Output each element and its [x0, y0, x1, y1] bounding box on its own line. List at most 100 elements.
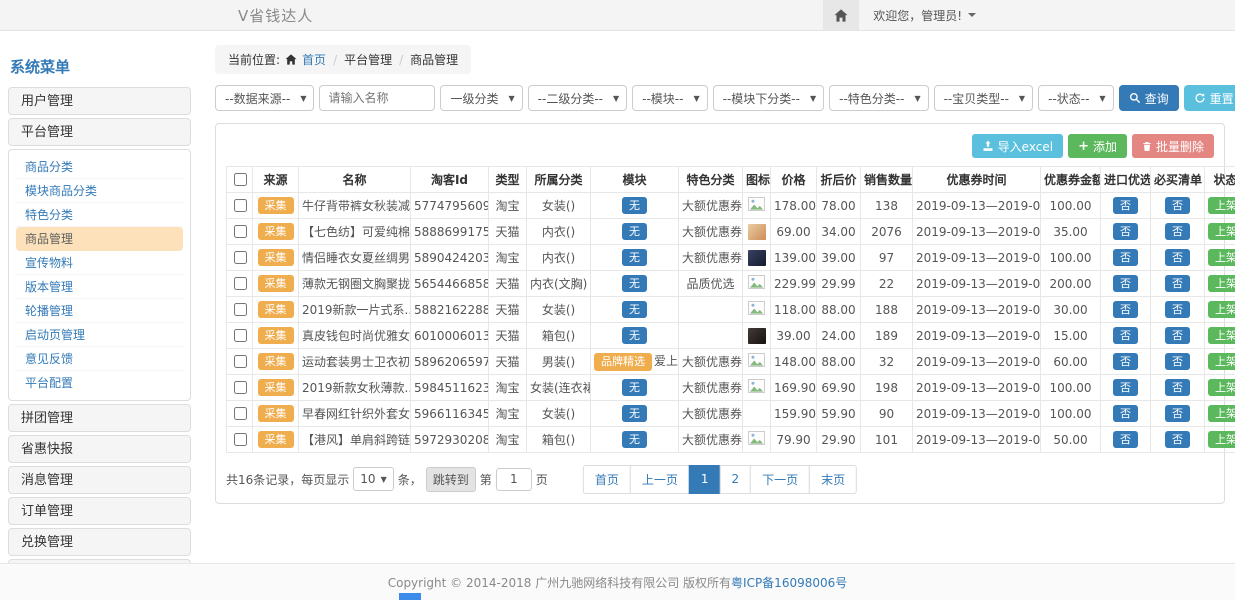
sidebar-group[interactable]: 订单管理 — [8, 497, 191, 525]
filter-status[interactable]: --状态--▼ — [1038, 85, 1113, 111]
status-toggle[interactable]: 上架 — [1208, 223, 1235, 240]
import-select-toggle[interactable]: 否 — [1113, 431, 1138, 448]
cell-checkbox — [227, 375, 253, 401]
status-toggle[interactable]: 上架 — [1208, 431, 1235, 448]
jump-button[interactable]: 跳转到 — [426, 467, 476, 492]
add-button[interactable]: + 添加 — [1068, 134, 1127, 158]
page-button[interactable]: 1 — [689, 465, 721, 494]
page-button[interactable]: 下一页 — [750, 465, 810, 494]
sidebar-item-link[interactable]: 轮播管理 — [16, 299, 183, 323]
sidebar-item-link[interactable]: 版本管理 — [16, 275, 183, 299]
import-select-toggle[interactable]: 否 — [1113, 223, 1138, 240]
cell-feature-category — [679, 297, 743, 323]
import-select-toggle[interactable]: 否 — [1113, 197, 1138, 214]
page-button[interactable]: 2 — [720, 465, 752, 494]
status-toggle[interactable]: 上架 — [1208, 249, 1235, 266]
page-button[interactable]: 首页 — [583, 465, 631, 494]
row-checkbox[interactable] — [234, 381, 247, 394]
plus-icon: + — [1078, 139, 1089, 154]
cell-status: 上架 — [1205, 323, 1235, 349]
sidebar-item-link[interactable]: 启动页管理 — [16, 323, 183, 347]
must-buy-toggle[interactable]: 否 — [1165, 301, 1190, 318]
cell-taoke-id: 589620659791 — [411, 349, 489, 375]
select-all-checkbox[interactable] — [234, 173, 247, 186]
cell-import-select: 否 — [1101, 427, 1151, 453]
search-button[interactable]: 查询 — [1119, 85, 1179, 111]
cell-must-buy: 否 — [1151, 245, 1205, 271]
cell-coupon-time: 2019-09-13—2019-09-15 — [913, 349, 1041, 375]
must-buy-toggle[interactable]: 否 — [1165, 223, 1190, 240]
must-buy-toggle[interactable]: 否 — [1165, 249, 1190, 266]
must-buy-toggle[interactable]: 否 — [1165, 353, 1190, 370]
status-toggle[interactable]: 上架 — [1208, 327, 1235, 344]
sidebar-item-link[interactable]: 模块商品分类 — [16, 179, 183, 203]
sidebar-item-link[interactable]: 意见反馈 — [16, 347, 183, 371]
must-buy-toggle[interactable]: 否 — [1165, 275, 1190, 292]
product-name-input[interactable] — [319, 85, 435, 111]
must-buy-toggle[interactable]: 否 — [1165, 431, 1190, 448]
status-toggle[interactable]: 上架 — [1208, 197, 1235, 214]
home-button[interactable] — [823, 0, 859, 30]
row-checkbox[interactable] — [234, 225, 247, 238]
cell-checkbox — [227, 219, 253, 245]
row-checkbox[interactable] — [234, 199, 247, 212]
import-select-toggle[interactable]: 否 — [1113, 301, 1138, 318]
sidebar-item-active[interactable]: 商品管理 — [16, 227, 183, 251]
blue-artifact — [399, 593, 421, 600]
import-select-toggle[interactable]: 否 — [1113, 379, 1138, 396]
import-select-toggle[interactable]: 否 — [1113, 405, 1138, 422]
cell-sales: 97 — [861, 245, 913, 271]
batch-delete-button[interactable]: 批量删除 — [1132, 134, 1214, 158]
import-select-toggle[interactable]: 否 — [1113, 327, 1138, 344]
sidebar-group[interactable]: 消息管理 — [8, 466, 191, 494]
per-page-select[interactable]: 10▼ — [353, 467, 393, 491]
status-toggle[interactable]: 上架 — [1208, 275, 1235, 292]
row-checkbox[interactable] — [234, 329, 247, 342]
cell-category: 女装() — [527, 297, 591, 323]
row-checkbox[interactable] — [234, 251, 247, 264]
status-toggle[interactable]: 上架 — [1208, 379, 1235, 396]
cell-discount-price: 29.99 — [817, 271, 861, 297]
sidebar-item-link[interactable]: 宣传物料 — [16, 251, 183, 275]
user-menu[interactable]: 欢迎您，管理员! — [859, 0, 990, 30]
must-buy-toggle[interactable]: 否 — [1165, 197, 1190, 214]
sidebar-menu: 用户管理平台管理商品分类模块商品分类特色分类商品管理宣传物料版本管理轮播管理启动… — [8, 87, 191, 564]
import-select-toggle[interactable]: 否 — [1113, 249, 1138, 266]
status-toggle[interactable]: 上架 — [1208, 301, 1235, 318]
page-button[interactable]: 末页 — [809, 465, 857, 494]
sidebar-group[interactable]: 平台管理 — [8, 118, 191, 146]
page-button[interactable]: 上一页 — [630, 465, 690, 494]
row-checkbox[interactable] — [234, 303, 247, 316]
icp-link[interactable]: 粤ICP备16098006号 — [731, 574, 847, 591]
must-buy-toggle[interactable]: 否 — [1165, 405, 1190, 422]
row-checkbox[interactable] — [234, 407, 247, 420]
sidebar-item-link[interactable]: 商品分类 — [16, 155, 183, 179]
filter-level1-category[interactable]: 一级分类▼ — [440, 85, 522, 111]
reset-button[interactable]: 重置 — [1184, 85, 1235, 111]
sidebar-item-link[interactable]: 平台配置 — [16, 371, 183, 395]
sidebar-item-link[interactable]: 特色分类 — [16, 203, 183, 227]
filter-module-subcategory[interactable]: --模块下分类--▼ — [713, 85, 824, 111]
row-checkbox[interactable] — [234, 355, 247, 368]
filter-data-source[interactable]: --数据来源--▼ — [215, 85, 314, 111]
import-excel-button[interactable]: 导入excel — [972, 134, 1063, 158]
filter-feature-category[interactable]: --特色分类--▼ — [829, 85, 928, 111]
must-buy-toggle[interactable]: 否 — [1165, 379, 1190, 396]
filter-module[interactable]: --模块--▼ — [632, 85, 707, 111]
page-number-input[interactable] — [496, 468, 532, 491]
sidebar-group[interactable]: 兑换管理 — [8, 528, 191, 556]
must-buy-toggle[interactable]: 否 — [1165, 327, 1190, 344]
sidebar-group[interactable]: 拼团管理 — [8, 404, 191, 432]
filter-item-type[interactable]: --宝贝类型--▼ — [934, 85, 1033, 111]
sidebar-group[interactable]: 用户管理 — [8, 87, 191, 115]
breadcrumb-home-link[interactable]: 首页 — [302, 51, 326, 68]
row-checkbox[interactable] — [234, 433, 247, 446]
status-toggle[interactable]: 上架 — [1208, 405, 1235, 422]
import-select-toggle[interactable]: 否 — [1113, 353, 1138, 370]
filter-level2-category[interactable]: --二级分类--▼ — [528, 85, 627, 111]
row-checkbox[interactable] — [234, 277, 247, 290]
import-select-toggle[interactable]: 否 — [1113, 275, 1138, 292]
status-toggle[interactable]: 上架 — [1208, 353, 1235, 370]
cell-must-buy: 否 — [1151, 271, 1205, 297]
sidebar-group[interactable]: 省惠快报 — [8, 435, 191, 463]
